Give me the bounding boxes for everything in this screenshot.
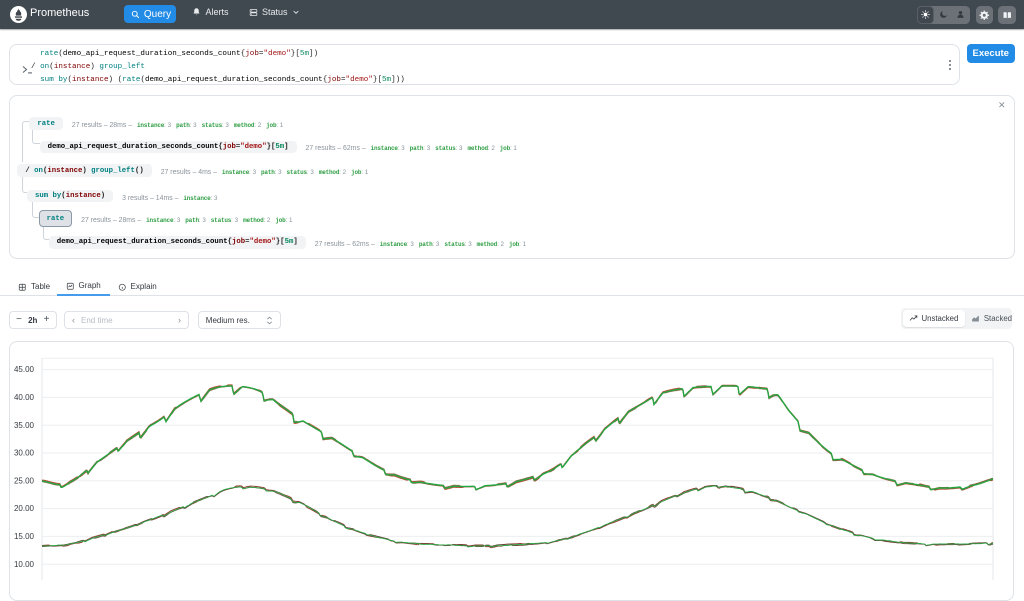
svg-text:45.00: 45.00 bbox=[14, 365, 35, 374]
svg-text:35.00: 35.00 bbox=[14, 421, 35, 430]
svg-text:40.00: 40.00 bbox=[14, 393, 35, 402]
svg-text:25.00: 25.00 bbox=[14, 476, 35, 485]
svg-text:20.00: 20.00 bbox=[14, 504, 35, 513]
svg-text:15.00: 15.00 bbox=[14, 532, 35, 541]
svg-text:10.00: 10.00 bbox=[14, 560, 35, 569]
svg-text:30.00: 30.00 bbox=[14, 449, 35, 458]
